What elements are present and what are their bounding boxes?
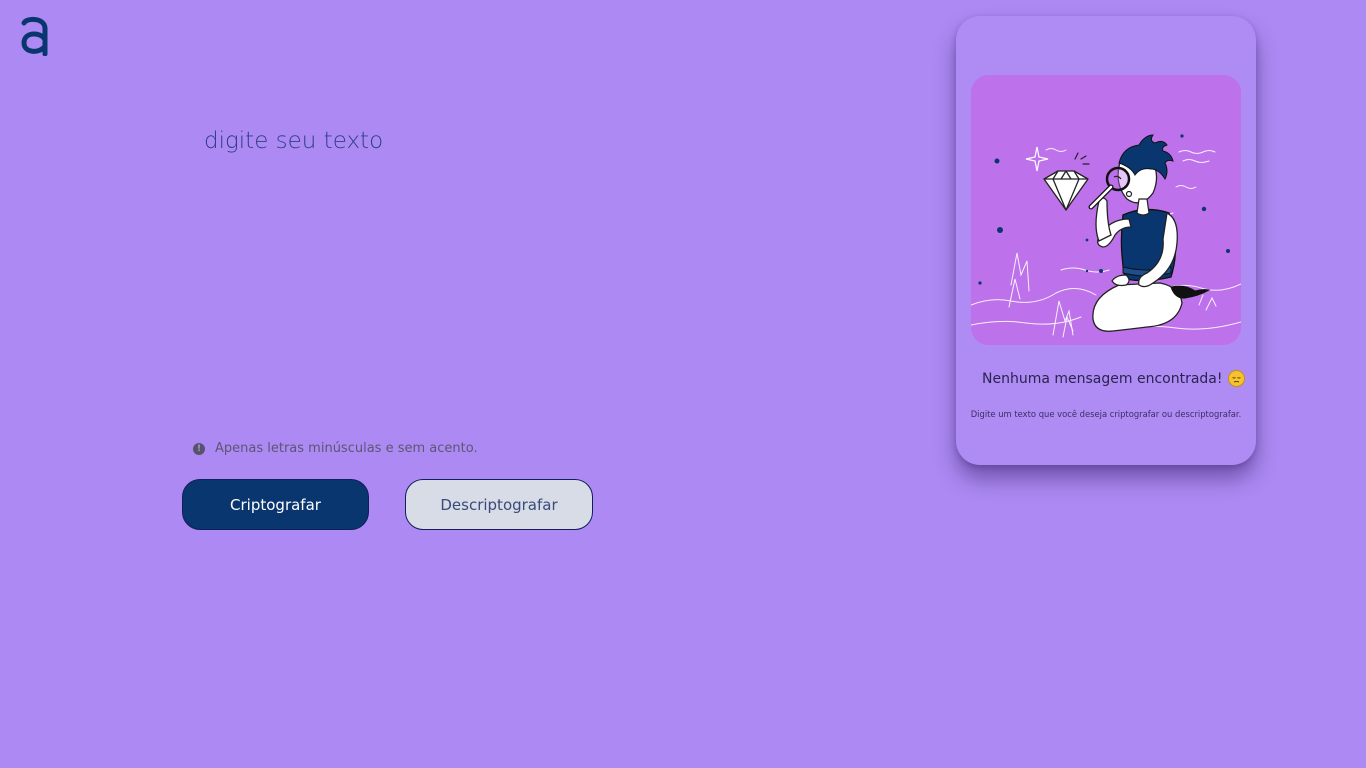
- info-icon: !: [193, 442, 205, 455]
- text-input[interactable]: [194, 120, 814, 420]
- decrypt-button[interactable]: Descriptografar: [405, 479, 593, 530]
- person-with-magnifying-glass-and-diamond-illustration: [971, 75, 1241, 345]
- encrypt-button[interactable]: Criptografar: [182, 479, 369, 530]
- output-title-text: Nenhuma mensagem encontrada!: [982, 370, 1223, 387]
- output-card: Nenhuma mensagem encontrada! Digite um t…: [956, 16, 1256, 465]
- hint: ! Apenas letras minúsculas e sem acento.: [193, 441, 478, 456]
- output-title: Nenhuma mensagem encontrada!: [982, 370, 1246, 387]
- output-subtitle: Digite um texto que você deseja criptogr…: [970, 409, 1242, 419]
- hint-text: Apenas letras minúsculas e sem acento.: [215, 441, 478, 456]
- sad-face-emoji-icon: [1228, 370, 1246, 387]
- alura-a-logo-icon: [21, 16, 48, 56]
- page: ! Apenas letras minúsculas e sem acento.…: [0, 0, 1366, 768]
